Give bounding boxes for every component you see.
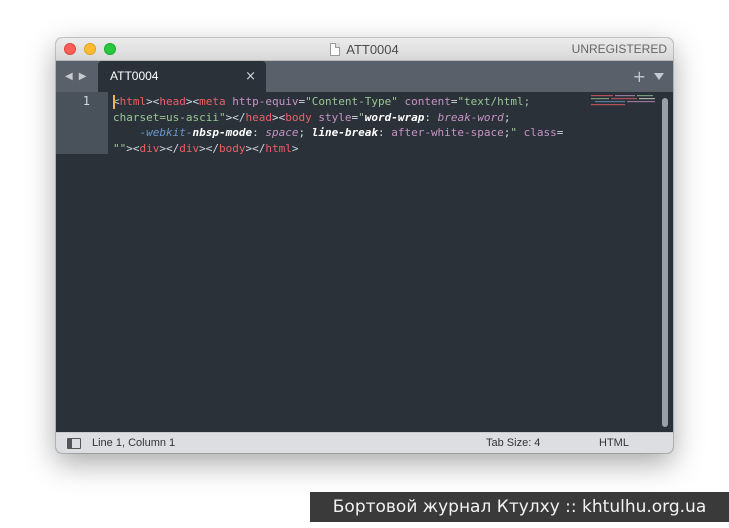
code-token: word-wrap	[364, 110, 425, 124]
code-token: ></	[225, 110, 246, 124]
code-token: div	[179, 141, 200, 155]
arrow-left-icon[interactable]: ◀	[65, 71, 73, 82]
code-token: html	[119, 95, 147, 108]
status-bar: Line 1, Column 1 Tab Size: 4 HTML	[56, 432, 673, 453]
line-number: 1	[82, 94, 90, 108]
title-bar[interactable]: ATT0004 UNREGISTERED	[56, 38, 673, 61]
code-token: ></	[245, 141, 266, 155]
code-token: ></	[199, 141, 219, 155]
code-text[interactable]: <html><head><meta http-equiv="Content-Ty…	[113, 94, 605, 156]
code-token: ""	[113, 141, 127, 155]
code-token: -webkit-	[139, 126, 193, 139]
minimap[interactable]	[591, 94, 657, 106]
vertical-scrollbar[interactable]	[662, 98, 668, 427]
code-token: body	[285, 110, 312, 124]
code-token: :	[252, 126, 266, 139]
code-token: body	[219, 141, 246, 155]
syntax-selector[interactable]: HTML	[599, 433, 629, 453]
code-token: ><	[146, 95, 160, 108]
code-token: "text/html;	[457, 95, 531, 108]
code-token: html	[265, 141, 292, 155]
tab-att0004[interactable]: ATT0004 ×	[98, 61, 266, 92]
editor-window: ATT0004 UNREGISTERED ◀ ▶ ATT0004 × + 1 <…	[56, 38, 673, 453]
code-token: div	[139, 141, 160, 155]
tab-navigation: ◀ ▶	[65, 61, 86, 92]
code-token: space	[265, 126, 299, 139]
code-token: after-white-space	[391, 126, 504, 139]
code-token: line-break	[311, 126, 378, 139]
window-title: ATT0004	[346, 41, 399, 57]
code-token: head	[245, 110, 272, 124]
tab-tools: +	[633, 61, 664, 92]
code-token: nbsp-mode	[192, 126, 253, 139]
code-token: ;	[503, 110, 511, 124]
toggle-panel-icon[interactable]	[67, 438, 81, 449]
document-icon	[330, 42, 341, 56]
text-cursor	[113, 95, 115, 109]
tab-label: ATT0004	[110, 69, 159, 83]
tab-list-dropdown-icon[interactable]	[654, 73, 664, 80]
code-token: ><	[271, 110, 286, 124]
new-tab-plus-icon[interactable]: +	[633, 68, 646, 85]
license-status: UNREGISTERED	[571, 42, 667, 56]
line-number-gutter: 1	[56, 92, 108, 154]
arrow-right-icon[interactable]: ▶	[79, 71, 87, 82]
code-token: :	[424, 110, 438, 124]
code-editor[interactable]: 1 <html><head><meta http-equiv="Content-…	[56, 92, 673, 432]
code-token: ><	[126, 141, 140, 155]
code-token: >	[291, 141, 299, 155]
code-token: "Content-Type"	[305, 95, 398, 108]
code-token: ></	[159, 141, 180, 155]
site-watermark: Бортовой журнал Ктулху :: khtulhu.org.ua	[310, 492, 729, 522]
code-token: :	[377, 126, 392, 139]
code-token: ;	[298, 126, 312, 139]
code-token: "	[358, 110, 365, 124]
code-token: content	[404, 95, 451, 108]
cursor-position: Line 1, Column 1	[92, 437, 176, 449]
close-tab-icon[interactable]: ×	[245, 61, 256, 92]
tab-bar: ◀ ▶ ATT0004 × +	[56, 61, 673, 92]
code-token: class	[523, 126, 557, 139]
code-token: =	[556, 126, 564, 139]
code-token: head	[159, 95, 186, 108]
code-token: charset=us-ascii"	[113, 110, 226, 124]
tab-size-selector[interactable]: Tab Size: 4	[486, 433, 540, 453]
code-token: break-word	[437, 110, 504, 124]
code-token: style	[318, 110, 352, 124]
code-token: http-equiv	[232, 95, 299, 108]
code-token: ><	[185, 95, 200, 108]
code-token: meta	[199, 95, 226, 108]
